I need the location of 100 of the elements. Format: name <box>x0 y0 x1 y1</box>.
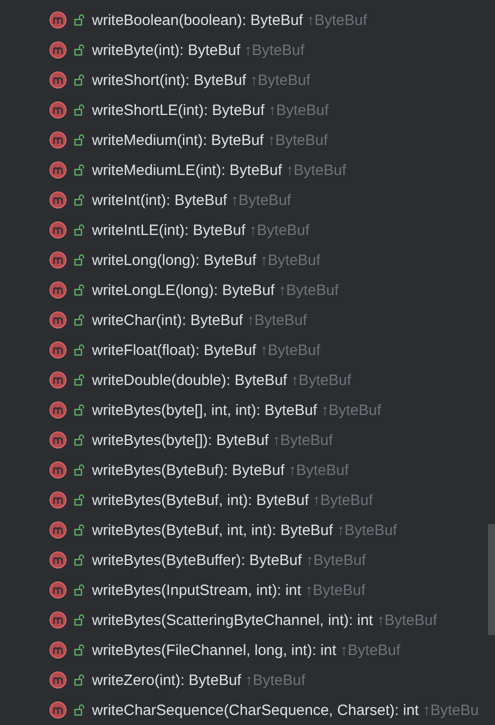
inherited-from-label: ↑ByteBuf <box>268 102 329 118</box>
method-signature: writeBytes(ByteBuffer): ByteBuf <box>92 552 302 568</box>
method-signature: writeBytes(ByteBuf): ByteBuf <box>92 462 285 478</box>
method-icon <box>49 641 67 659</box>
member-item[interactable]: writeCharSequence(CharSequence, Charset): int ↑ByteBu <box>0 695 479 725</box>
inherited-from-label: ↑ByteBuf <box>306 12 367 28</box>
method-icon <box>49 341 67 359</box>
inherited-from-label: ↑ByteBuf <box>246 312 307 328</box>
method-icon <box>49 161 67 179</box>
method-signature: writeChar(int): ByteBuf <box>92 312 243 328</box>
member-item[interactable]: writeDouble(double): ByteBuf ↑ByteBuf <box>0 365 352 395</box>
member-item[interactable]: writeBytes(ByteBuf, int): ByteBuf ↑ByteBuf <box>0 485 373 515</box>
method-signature: writeBytes(byte[], int, int): ByteBuf <box>92 402 318 418</box>
method-signature: writeByte(int): ByteBuf <box>92 42 240 58</box>
method-icon <box>49 431 67 449</box>
method-icon <box>49 521 67 539</box>
inherited-from-label: ↑ByteBuf <box>268 132 328 148</box>
member-item[interactable]: writeBytes(ByteBuf): ByteBuf ↑ByteBuf <box>0 455 349 485</box>
inherited-from-label: ↑ByteBuf <box>272 432 333 448</box>
member-item[interactable]: writeBoolean(boolean): ByteBuf ↑ByteBuf <box>0 5 367 35</box>
open-padlock-icon <box>74 44 86 56</box>
inherited-from-label: ↑ByteBuf <box>249 222 310 238</box>
open-padlock-icon <box>74 194 86 206</box>
method-icon <box>49 491 67 509</box>
open-padlock-icon <box>74 524 86 536</box>
member-item[interactable]: writeShort(int): ByteBuf ↑ByteBuf <box>0 65 310 95</box>
member-item[interactable]: writeMediumLE(int): ByteBuf ↑ByteBuf <box>0 155 346 185</box>
member-item[interactable]: writeBytes(ByteBuffer): ByteBuf ↑ByteBuf <box>0 545 366 575</box>
open-padlock-icon <box>74 284 86 296</box>
method-icon <box>49 131 67 149</box>
open-padlock-icon <box>74 374 86 386</box>
scrollbar-thumb[interactable] <box>488 524 495 635</box>
inherited-from-label: ↑ByteBuf <box>231 192 292 208</box>
method-icon <box>49 311 67 329</box>
open-padlock-icon <box>74 434 86 446</box>
open-padlock-icon <box>74 104 86 116</box>
member-item[interactable]: writeByte(int): ByteBuf ↑ByteBuf <box>0 35 304 65</box>
method-signature: writeBytes(ScatteringByteChannel, int): int <box>92 612 373 628</box>
inherited-from-label: ↑ByteBuf <box>286 162 346 178</box>
open-padlock-icon <box>74 14 86 26</box>
method-signature: writeCharSequence(CharSequence, Charset): int <box>92 702 419 718</box>
open-padlock-icon <box>74 494 86 506</box>
method-signature: writeInt(int): ByteBuf <box>92 192 228 208</box>
method-signature: writeBytes(InputStream, int): int <box>92 582 302 598</box>
method-signature: writeDouble(double): ByteBuf <box>92 372 288 388</box>
member-item[interactable]: writeZero(int): ByteBuf ↑ByteBuf <box>0 665 306 695</box>
open-padlock-icon <box>74 704 86 716</box>
member-item[interactable]: writeMedium(int): ByteBuf ↑ByteBuf <box>0 125 328 155</box>
member-item[interactable]: writeBytes(ByteBuf, int, int): ByteBuf ↑ByteBuf <box>0 515 397 545</box>
method-signature: writeIntLE(int): ByteBuf <box>92 222 246 238</box>
inherited-from-label: ↑ByteBuf <box>336 522 397 538</box>
inherited-from-label: ↑ByteBuf <box>250 72 310 88</box>
member-item[interactable]: writeBytes(ScatteringByteChannel, int): int ↑ByteBuf <box>0 605 437 635</box>
method-icon <box>49 401 67 419</box>
inherited-from-label: ↑ByteBuf <box>260 252 320 268</box>
open-padlock-icon <box>74 74 86 86</box>
open-padlock-icon <box>74 614 86 626</box>
method-icon <box>49 701 67 719</box>
method-icon <box>49 191 67 209</box>
inherited-from-label: ↑ByteBuf <box>306 552 366 568</box>
open-padlock-icon <box>74 464 86 476</box>
open-padlock-icon <box>74 134 86 146</box>
member-item[interactable]: writeInt(int): ByteBuf ↑ByteBuf <box>0 185 292 215</box>
method-icon <box>49 251 67 269</box>
inherited-from-label: ↑ByteBuf <box>376 612 437 628</box>
method-signature: writeFloat(float): ByteBuf <box>92 342 256 358</box>
member-item[interactable]: writeBytes(InputStream, int): int ↑ByteBuf <box>0 575 366 605</box>
method-icon <box>49 281 67 299</box>
method-signature: writeBytes(ByteBuf, int, int): ByteBuf <box>92 522 333 538</box>
inherited-from-label: ↑ByteBuf <box>260 342 320 358</box>
inherited-from-label: ↑ByteBuf <box>244 42 304 58</box>
inherited-from-label: ↑ByteBuf <box>288 462 349 478</box>
member-item[interactable]: writeChar(int): ByteBuf ↑ByteBuf <box>0 305 307 335</box>
inherited-from-label: ↑ByteBuf <box>321 402 382 418</box>
member-item[interactable]: writeLongLE(long): ByteBuf ↑ByteBuf <box>0 275 339 305</box>
method-signature: writeLongLE(long): ByteBuf <box>92 282 275 298</box>
inherited-from-label: ↑ByteBuf <box>278 282 339 298</box>
method-signature: writeShort(int): ByteBuf <box>92 72 246 88</box>
member-item[interactable]: writeLong(long): ByteBuf ↑ByteBuf <box>0 245 320 275</box>
open-padlock-icon <box>74 584 86 596</box>
open-padlock-icon <box>74 224 86 236</box>
member-item[interactable]: writeIntLE(int): ByteBuf ↑ByteBuf <box>0 215 310 245</box>
member-item[interactable]: writeBytes(FileChannel, long, int): int ↑ByteBuf <box>0 635 400 665</box>
method-icon <box>49 221 67 239</box>
inherited-from-label: ↑ByteBuf <box>305 582 366 598</box>
method-icon <box>49 71 67 89</box>
open-padlock-icon <box>74 164 86 176</box>
method-signature: writeMedium(int): ByteBuf <box>92 132 264 148</box>
inherited-from-label: ↑ByteBu <box>422 702 479 718</box>
inherited-from-label: ↑ByteBuf <box>291 372 352 388</box>
method-signature: writeLong(long): ByteBuf <box>92 252 256 268</box>
member-item[interactable]: writeShortLE(int): ByteBuf ↑ByteBuf <box>0 95 329 125</box>
method-signature: writeMediumLE(int): ByteBuf <box>92 162 282 178</box>
inherited-from-label: ↑ByteBuf <box>245 672 306 688</box>
method-icon <box>49 551 67 569</box>
method-icon <box>49 101 67 119</box>
member-item[interactable]: writeBytes(byte[], int, int): ByteBuf ↑ByteBuf <box>0 395 382 425</box>
member-item[interactable]: writeFloat(float): ByteBuf ↑ByteBuf <box>0 335 320 365</box>
member-item[interactable]: writeBytes(byte[]): ByteBuf ↑ByteBuf <box>0 425 333 455</box>
method-icon <box>49 11 67 29</box>
